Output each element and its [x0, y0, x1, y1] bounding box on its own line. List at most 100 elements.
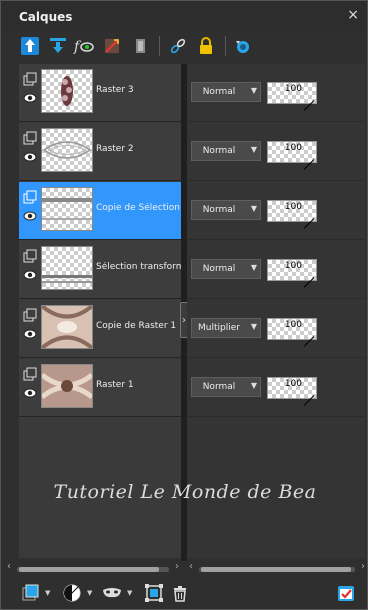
layer-name: Copie de Sélection tra — [96, 203, 181, 213]
layer-thumbnail — [41, 187, 93, 231]
layer-thumbnail — [41, 69, 93, 113]
opacity-value: 100 — [284, 320, 302, 330]
layer-thumbnail — [41, 364, 93, 408]
layer-type-icon — [23, 190, 37, 204]
lock-icon[interactable] — [195, 35, 217, 57]
dropdown-arrow-icon[interactable]: ▼ — [127, 589, 132, 597]
mask-layer-icon[interactable] — [101, 582, 123, 604]
right-horizontal-scrollbar[interactable]: ‹ › — [189, 561, 365, 574]
opacity-value: 100 — [284, 202, 302, 212]
opacity-field[interactable]: 100 — [267, 259, 317, 288]
dropdown-arrow-icon: ▼ — [250, 322, 257, 331]
opacity-value: 100 — [284, 84, 302, 94]
delete-icon[interactable] — [169, 582, 191, 604]
layer-type-icon — [23, 131, 37, 145]
blend-mode-select[interactable]: Normal ▼ — [191, 200, 261, 220]
dropdown-arrow-icon: ▼ — [250, 263, 257, 272]
toolbar-separator — [225, 36, 226, 56]
blend-mode-value: Normal — [202, 146, 236, 156]
blend-mode-select[interactable]: Normal ▼ — [191, 141, 261, 161]
panel-titlebar: Calques × — [1, 1, 367, 31]
blend-mode-value: Multiplier — [198, 323, 240, 333]
opacity-slider-icon — [303, 277, 315, 288]
opacity-field[interactable]: 100 — [267, 318, 317, 347]
arrow-down-icon[interactable] — [47, 35, 69, 57]
layer-row[interactable]: Raster 1 — [19, 359, 181, 417]
layer-type-icon — [23, 72, 37, 86]
opacity-value: 100 — [284, 379, 302, 389]
mask-icon[interactable] — [129, 35, 151, 57]
eye-icon[interactable] — [23, 151, 37, 163]
layer-type-icon — [23, 249, 37, 263]
opacity-slider-icon — [303, 159, 315, 170]
eye-icon[interactable] — [23, 92, 37, 104]
properties-icon[interactable] — [335, 582, 357, 604]
layer-properties-row: Normal ▼ 100 — [187, 64, 365, 122]
blend-mode-value: Normal — [202, 205, 236, 215]
layer-name: Copie de Raster 1 — [96, 321, 177, 331]
bottom-toolbar: ▼ ▼ ▼ — [1, 579, 367, 609]
blend-mode-select[interactable]: Normal ▼ — [191, 377, 261, 397]
scroll-thumb[interactable] — [19, 567, 159, 572]
dropdown-arrow-icon: ▼ — [250, 145, 257, 154]
eye-icon[interactable] — [23, 269, 37, 281]
opacity-field[interactable]: 100 — [267, 200, 317, 229]
dropdown-arrow-icon: ▼ — [250, 381, 257, 390]
eye-icon[interactable] — [23, 210, 37, 222]
blend-mode-select[interactable]: Multiplier ▼ — [191, 318, 261, 338]
adjustment-layer-icon[interactable] — [61, 582, 83, 604]
dropdown-arrow-icon[interactable]: ▼ — [45, 589, 50, 597]
brush-edit-icon[interactable] — [101, 35, 123, 57]
layers-toolbar: f — [1, 31, 367, 61]
layer-row[interactable]: Raster 2 — [19, 123, 181, 181]
arrow-up-icon[interactable] — [19, 35, 41, 57]
scroll-left-icon[interactable]: ‹ — [189, 561, 193, 572]
dropdown-arrow-icon: ▼ — [250, 204, 257, 213]
opacity-field[interactable]: 100 — [267, 141, 317, 170]
blend-mode-value: Normal — [202, 264, 236, 274]
opacity-slider-icon — [303, 100, 315, 111]
opacity-value: 100 — [284, 143, 302, 153]
layer-type-icon — [23, 367, 37, 381]
scroll-right-icon[interactable]: › — [175, 561, 179, 572]
layer-type-icon — [23, 308, 37, 322]
fx-effects-icon[interactable]: f — [73, 35, 95, 57]
group-icon[interactable] — [143, 582, 165, 604]
layer-properties-row: Normal ▼ 100 — [187, 241, 365, 299]
layer-properties-row: Normal ▼ 100 — [187, 182, 365, 240]
blend-mode-select[interactable]: Normal ▼ — [191, 82, 261, 102]
new-layer-icon[interactable] — [19, 582, 41, 604]
layers-panel: Calques × f Raster 3 Raster 2 Copie de S… — [0, 0, 368, 610]
eye-icon[interactable] — [23, 387, 37, 399]
opacity-slider-icon — [303, 336, 315, 347]
opacity-slider-icon — [303, 395, 315, 406]
watermark-text: Tutoriel Le Monde de Bea — [53, 481, 317, 503]
layer-properties-row: Normal ▼ 100 — [187, 123, 365, 181]
layer-name: Raster 2 — [96, 144, 134, 154]
opacity-field[interactable]: 100 — [267, 377, 317, 406]
layer-row[interactable]: Copie de Raster 1 — [19, 300, 181, 358]
left-horizontal-scrollbar[interactable]: ‹ › — [7, 561, 179, 574]
scroll-left-icon[interactable]: ‹ — [7, 561, 11, 572]
close-icon[interactable]: × — [347, 7, 359, 23]
layer-name: Raster 3 — [96, 85, 134, 95]
layer-name: Raster 1 — [96, 380, 134, 390]
dropdown-arrow-icon[interactable]: ▼ — [87, 589, 92, 597]
layer-row[interactable]: Sélection transformée — [19, 241, 181, 299]
layer-name: Sélection transformée — [96, 262, 181, 272]
layer-properties-row: Normal ▼ 100 — [187, 359, 365, 417]
blend-mode-select[interactable]: Normal ▼ — [191, 259, 261, 279]
layer-thumbnail — [41, 128, 93, 172]
layer-row[interactable]: Raster 3 — [19, 64, 181, 122]
scroll-right-icon[interactable]: › — [361, 561, 365, 572]
toolbar-separator — [159, 36, 160, 56]
blend-mode-value: Normal — [202, 382, 236, 392]
opacity-field[interactable]: 100 — [267, 82, 317, 111]
scroll-thumb[interactable] — [201, 567, 351, 572]
opacity-value: 100 — [284, 261, 302, 271]
layer-properties-row: Multiplier ▼ 100 — [187, 300, 365, 358]
eye-icon[interactable] — [23, 328, 37, 340]
refresh-icon[interactable] — [231, 35, 253, 57]
link-icon[interactable] — [167, 35, 189, 57]
layer-row-selected[interactable]: Copie de Sélection tra — [19, 182, 181, 240]
